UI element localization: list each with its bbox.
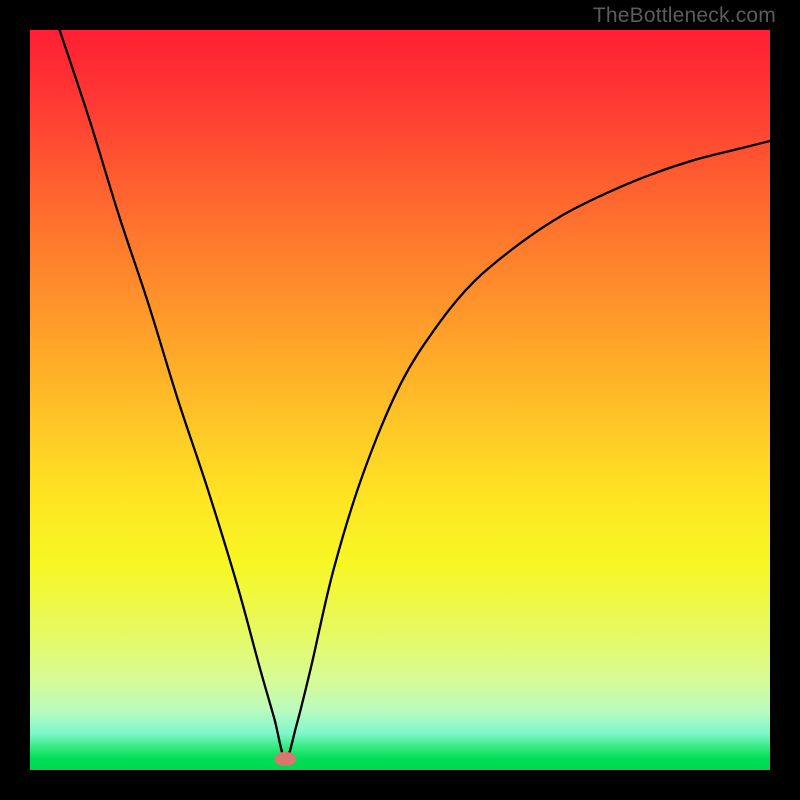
plot-area (30, 30, 770, 770)
chart-frame: TheBottleneck.com (0, 0, 800, 800)
bottleneck-curve (60, 30, 770, 759)
attribution-text: TheBottleneck.com (593, 4, 776, 28)
minimum-marker (274, 752, 296, 766)
curve-svg (30, 30, 770, 770)
